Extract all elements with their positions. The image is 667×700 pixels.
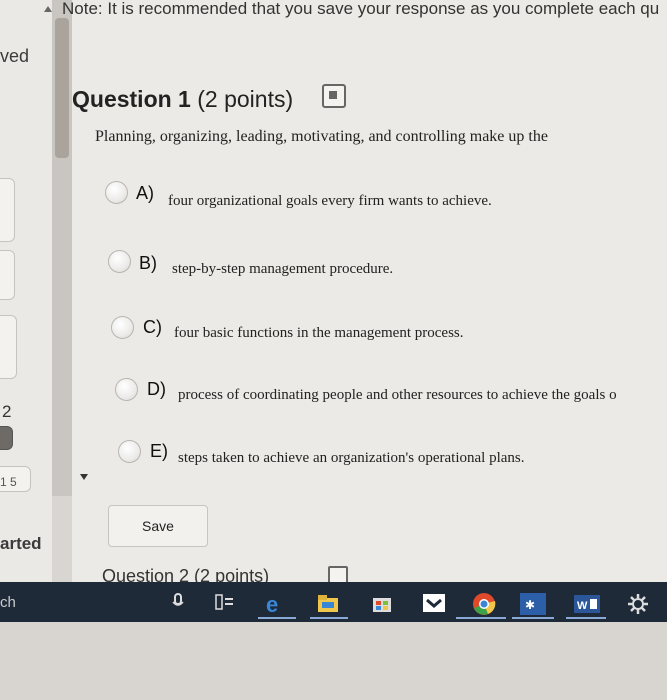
scroll-down-arrow-icon[interactable] (80, 474, 88, 480)
choice-b-radio[interactable] (108, 250, 131, 273)
choice-a-letter: A) (136, 183, 154, 203)
save-reminder-note: Note: It is recommended that you save yo… (62, 0, 660, 18)
question-title: Question 1 (2 points) (72, 86, 293, 113)
svg-text:e: e (266, 592, 278, 616)
sidebar-question-box[interactable] (0, 315, 17, 379)
word-active-indicator (566, 617, 606, 619)
scrollbar-thumb[interactable] (55, 18, 69, 158)
choice-d-text[interactable]: process of coordinating people and other… (178, 387, 617, 404)
sidebar-saved-status: ved (0, 46, 30, 66)
task-view-icon[interactable] (214, 592, 236, 612)
svg-text:W: W (577, 600, 588, 612)
settings-icon[interactable] (626, 592, 650, 616)
question-text: Planning, organizing, leading, motivatin… (95, 128, 548, 145)
scroll-up-arrow-icon[interactable] (44, 6, 52, 12)
choice-b-letter: B) (139, 253, 157, 273)
choice-e-text[interactable]: steps taken to achieve an organization's… (178, 450, 524, 467)
choice-a-text[interactable]: four organizational goals every firm wan… (168, 193, 492, 210)
choice-e-radio[interactable] (118, 440, 141, 463)
edge-active-indicator (258, 617, 296, 619)
app-active-indicator (512, 617, 554, 619)
save-button[interactable]: Save (108, 505, 208, 547)
choice-d-letter: D) (147, 379, 166, 399)
sidebar-question-box[interactable] (0, 250, 15, 300)
photo-of-screen: ved 2 1 5 arted Note: It is recommended … (0, 0, 667, 700)
choice-a-radio[interactable] (105, 181, 128, 204)
sidebar-question-box[interactable] (0, 178, 15, 242)
choice-c-letter: C) (143, 317, 162, 337)
microphone-icon[interactable] (170, 592, 186, 612)
file-explorer-icon[interactable] (316, 592, 340, 614)
store-icon[interactable] (370, 592, 394, 614)
sidebar-flag-icon[interactable] (0, 426, 13, 450)
explorer-active-indicator (310, 617, 348, 619)
desk-surface (0, 622, 667, 700)
choice-c-text[interactable]: four basic functions in the management p… (174, 325, 464, 342)
flag-question-icon[interactable] (322, 84, 346, 108)
taskbar-search-fragment[interactable]: ch (0, 594, 16, 611)
edge-icon[interactable]: e (264, 592, 290, 616)
choice-b-text[interactable]: step-by-step management procedure. (172, 261, 393, 278)
app-icon[interactable]: ✱ (518, 592, 548, 616)
choice-d-radio[interactable] (115, 378, 138, 401)
sidebar-question-number: 2 (2, 402, 12, 421)
question-points: (2 points) (197, 86, 294, 112)
sidebar: ved 2 1 5 arted (0, 0, 52, 582)
svg-text:✱: ✱ (525, 598, 535, 612)
sidebar-small-label: 1 5 (0, 475, 17, 489)
sidebar-question-box[interactable]: 1 5 (0, 466, 31, 492)
send-icon[interactable] (422, 592, 446, 614)
sidebar-started-label: arted (0, 534, 42, 553)
word-icon[interactable]: W (572, 592, 602, 616)
choice-c-radio[interactable] (111, 316, 134, 339)
chrome-icon[interactable] (472, 592, 496, 616)
chrome-active-indicator (456, 617, 506, 619)
choice-e-letter: E) (150, 441, 168, 461)
question-number: Question 1 (72, 86, 191, 112)
